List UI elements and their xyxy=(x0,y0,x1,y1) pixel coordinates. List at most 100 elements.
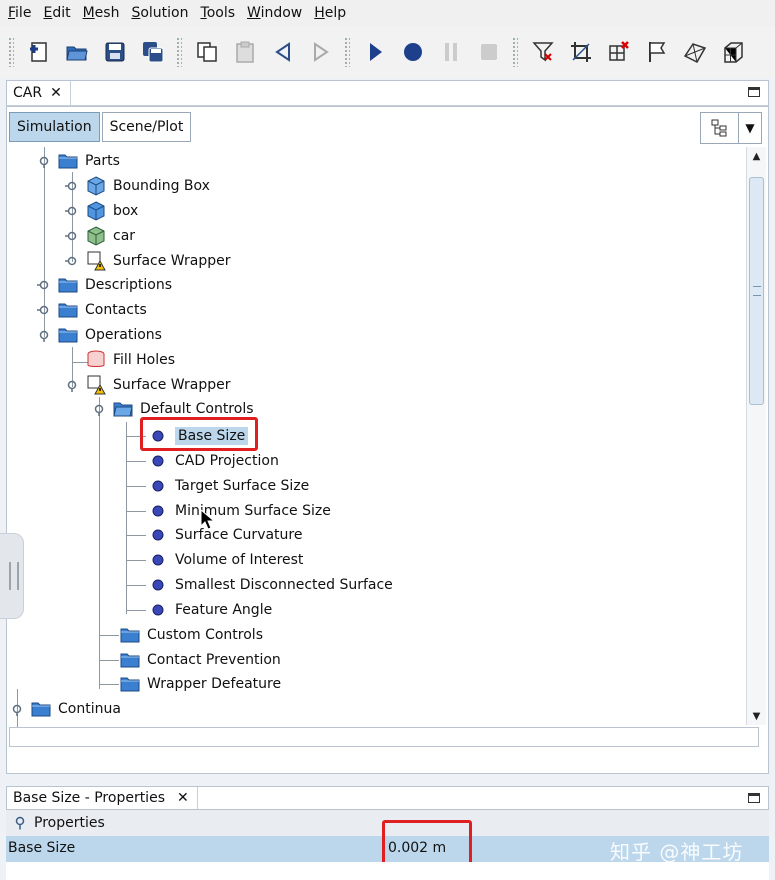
tree-node-contacts[interactable]: Contacts xyxy=(37,298,147,322)
properties-empty-area xyxy=(6,862,769,880)
expand-handle-icon[interactable] xyxy=(65,378,79,392)
tree-node-contact-prevention[interactable]: Contact Prevention xyxy=(119,648,281,672)
tree-node-minimum-surface-size[interactable]: Minimum Surface Size xyxy=(147,499,331,523)
step-forward-icon[interactable] xyxy=(305,36,337,68)
watermark: 知乎 @神工坊 xyxy=(610,840,744,864)
properties-tab-strip: Base Size - Properties ✕ xyxy=(6,786,769,810)
tree-node-continua[interactable]: Continua xyxy=(10,697,121,721)
chevron-down-icon[interactable]: ▼ xyxy=(739,113,761,143)
tab-simulation[interactable]: Simulation xyxy=(9,112,100,142)
expand-handle-icon[interactable] xyxy=(10,702,24,716)
panel-resize-handle[interactable] xyxy=(0,533,24,619)
menu-help[interactable]: Help xyxy=(310,5,354,21)
pause-icon[interactable] xyxy=(435,36,467,68)
expand-handle-icon[interactable] xyxy=(37,328,51,342)
control-dot-icon xyxy=(147,475,169,497)
close-icon[interactable]: ✕ xyxy=(177,790,189,806)
expand-handle-icon[interactable] xyxy=(65,229,79,243)
tree-node-volume-of-interest[interactable]: Volume of Interest xyxy=(147,548,303,572)
tree-node-target-surface-size[interactable]: Target Surface Size xyxy=(147,474,309,498)
tree-view-options[interactable]: ▼ xyxy=(700,112,762,144)
tab-base-size-properties[interactable]: Base Size - Properties ✕ xyxy=(7,787,198,809)
toolbar-grip[interactable] xyxy=(344,37,350,67)
save-all-icon[interactable] xyxy=(137,36,169,68)
horizontal-scrollbar[interactable] xyxy=(9,727,759,747)
tree-node-feature-angle[interactable]: Feature Angle xyxy=(147,598,272,622)
tab-car[interactable]: CAR ✕ xyxy=(7,81,71,105)
tree-node-car[interactable]: car xyxy=(65,224,135,248)
expand-handle-icon[interactable] xyxy=(37,278,51,292)
tree-node-descriptions[interactable]: Descriptions xyxy=(37,273,172,297)
menu-mesh[interactable]: Mesh xyxy=(79,5,128,21)
grid-delete-icon[interactable] xyxy=(603,36,635,68)
new-sim-icon[interactable] xyxy=(23,36,55,68)
crop-icon[interactable] xyxy=(565,36,597,68)
vertical-scrollbar[interactable]: ▲ ▼ xyxy=(746,147,766,725)
scroll-thumb[interactable] xyxy=(749,177,764,405)
tree-node-wrapper-defeature[interactable]: Wrapper Defeature xyxy=(119,672,281,696)
save-icon[interactable] xyxy=(99,36,131,68)
toolbar xyxy=(0,26,775,78)
tree-node-cad-projection[interactable]: CAD Projection xyxy=(147,449,279,473)
property-name: Base Size xyxy=(8,840,76,856)
toolbar-grip[interactable] xyxy=(8,37,14,67)
scroll-down-icon[interactable]: ▼ xyxy=(747,707,766,725)
menu-tools[interactable]: Tools xyxy=(197,5,244,21)
folder-icon xyxy=(57,299,79,321)
flag-icon[interactable] xyxy=(641,36,673,68)
part-cube-icon xyxy=(85,200,107,222)
control-dot-icon xyxy=(147,500,169,522)
folder-icon xyxy=(57,274,79,296)
expand-handle-icon[interactable] xyxy=(65,254,79,268)
folder-open-icon xyxy=(112,398,134,420)
folder-icon xyxy=(119,673,141,695)
expand-handle-icon[interactable] xyxy=(37,303,51,317)
simulation-tree: Parts Bounding Box box car Surface Wrapp… xyxy=(7,147,747,727)
run-icon[interactable] xyxy=(359,36,391,68)
folder-icon xyxy=(57,324,79,346)
folder-icon xyxy=(30,698,52,720)
tab-scene-plot[interactable]: Scene/Plot xyxy=(101,112,192,142)
tree-node-parts[interactable]: Parts xyxy=(37,149,120,173)
toolbar-grip[interactable] xyxy=(512,37,518,67)
expand-handle-icon[interactable] xyxy=(65,179,79,193)
menu-edit[interactable]: Edit xyxy=(39,5,78,21)
step-back-icon[interactable] xyxy=(267,36,299,68)
tree-node-box[interactable]: box xyxy=(65,199,138,223)
tree-node-fill-holes[interactable]: Fill Holes xyxy=(85,348,175,372)
part-cube-icon xyxy=(85,175,107,197)
clipboard-icon[interactable] xyxy=(229,36,261,68)
close-icon[interactable]: ✕ xyxy=(50,85,62,101)
expand-handle-icon[interactable] xyxy=(37,154,51,168)
tree-hierarchy-icon[interactable] xyxy=(701,113,739,143)
filter-icon[interactable] xyxy=(527,36,559,68)
expand-handle-icon[interactable] xyxy=(92,402,106,416)
editor-tab-strip: CAR ✕ xyxy=(6,80,769,106)
tree-node-bounding-box[interactable]: Bounding Box xyxy=(65,174,210,198)
copy-icon[interactable] xyxy=(191,36,223,68)
panel-tabs: Simulation Scene/Plot xyxy=(7,107,768,147)
folder-icon xyxy=(57,150,79,172)
open-icon[interactable] xyxy=(61,36,93,68)
expand-handle-icon[interactable] xyxy=(14,816,26,830)
tree-node-surface-wrapper-operation[interactable]: Surface Wrapper xyxy=(65,373,230,397)
expand-handle-icon[interactable] xyxy=(65,204,79,218)
scroll-up-icon[interactable]: ▲ xyxy=(747,147,766,165)
minimize-icon[interactable] xyxy=(748,87,760,97)
mesh-icon[interactable] xyxy=(679,36,711,68)
stop-icon[interactable] xyxy=(473,36,505,68)
tree-node-operations[interactable]: Operations xyxy=(37,323,162,347)
tree-node-surface-wrapper-part[interactable]: Surface Wrapper xyxy=(65,249,230,273)
toolbar-grip[interactable] xyxy=(176,37,182,67)
tree-node-smallest-disconnected-surface[interactable]: Smallest Disconnected Surface xyxy=(147,573,393,597)
control-dot-icon xyxy=(147,599,169,621)
minimize-icon[interactable] xyxy=(748,793,760,803)
menu-solution[interactable]: Solution xyxy=(127,5,196,21)
highlight-box xyxy=(140,417,258,451)
tree-node-custom-controls[interactable]: Custom Controls xyxy=(119,623,263,647)
volume-grid-icon[interactable] xyxy=(717,36,749,68)
menu-window[interactable]: Window xyxy=(243,5,310,21)
tree-node-surface-curvature[interactable]: Surface Curvature xyxy=(147,523,302,547)
menu-file[interactable]: File xyxy=(4,5,39,21)
record-icon[interactable] xyxy=(397,36,429,68)
